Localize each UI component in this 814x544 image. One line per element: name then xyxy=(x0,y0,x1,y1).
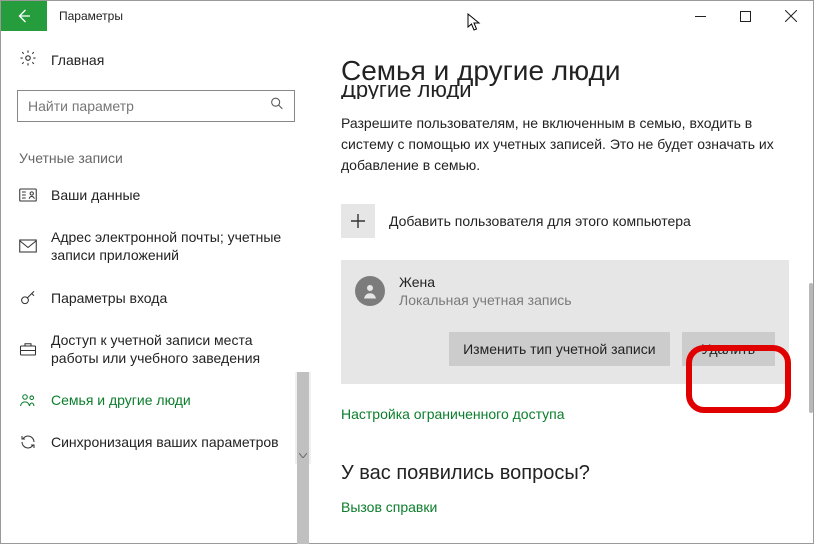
section-description: Разрешите пользователям, не включенным в… xyxy=(341,113,781,176)
user-info: Жена Локальная учетная запись xyxy=(399,274,572,308)
sidebar-item-sync[interactable]: Синхронизация ваших параметров xyxy=(1,421,311,463)
help-heading: У вас появились вопросы? xyxy=(341,462,789,485)
sidebar-item-label: Синхронизация ваших параметров xyxy=(51,433,279,451)
sidebar-item-label: Семья и другие люди xyxy=(51,391,191,409)
sync-icon xyxy=(19,433,37,451)
scroll-down-icon[interactable] xyxy=(295,448,311,464)
add-user-row[interactable]: Добавить пользователя для этого компьюте… xyxy=(341,204,789,238)
user-type: Локальная учетная запись xyxy=(399,292,572,308)
plus-icon xyxy=(350,213,366,229)
content-pane: Семья и другие люди Другие люди Разрешит… xyxy=(311,31,813,543)
add-user-label: Добавить пользователя для этого компьюте… xyxy=(389,213,691,229)
user-account-block[interactable]: Жена Локальная учетная запись Изменить т… xyxy=(341,260,789,384)
sidebar-item-your-info[interactable]: Ваши данные xyxy=(1,174,311,216)
content-scroll-thumb[interactable] xyxy=(809,283,813,413)
page-title: Семья и другие люди xyxy=(341,55,789,87)
sidebar-item-label: Ваши данные xyxy=(51,186,140,204)
id-card-icon xyxy=(19,186,37,204)
maximize-button[interactable] xyxy=(723,1,768,31)
sidebar: Главная Учетные записи Ваши данные xyxy=(1,31,311,543)
minimize-button[interactable] xyxy=(678,1,723,31)
assigned-access-link[interactable]: Настройка ограниченного доступа xyxy=(341,406,565,422)
sidebar-item-label: Доступ к учетной записи места работы или… xyxy=(51,331,297,367)
close-button[interactable] xyxy=(768,1,813,31)
settings-window: Параметры Главная xyxy=(0,0,814,544)
people-icon xyxy=(19,391,37,409)
change-account-type-button[interactable]: Изменить тип учетной записи xyxy=(449,332,669,366)
sidebar-item-label: Адрес электронной почты; учетные записи … xyxy=(51,228,297,264)
sidebar-item-work-access[interactable]: Доступ к учетной записи места работы или… xyxy=(1,319,311,379)
plus-tile xyxy=(341,204,375,238)
section-heading-cropped: Другие люди xyxy=(341,85,789,99)
delete-account-button[interactable]: Удалить xyxy=(682,332,775,366)
user-name: Жена xyxy=(399,274,572,290)
search-input[interactable] xyxy=(17,90,295,122)
get-help-link[interactable]: Вызов справки xyxy=(341,499,437,515)
user-actions-row: Изменить тип учетной записи Удалить xyxy=(355,332,775,366)
home-nav[interactable]: Главная xyxy=(1,43,311,76)
sidebar-item-signin-options[interactable]: Параметры входа xyxy=(1,277,311,319)
envelope-icon xyxy=(19,237,37,255)
briefcase-icon xyxy=(19,340,37,358)
avatar xyxy=(355,276,385,306)
user-account-header: Жена Локальная учетная запись xyxy=(355,274,775,308)
search-icon xyxy=(269,96,285,117)
key-icon xyxy=(19,289,37,307)
sidebar-scrollbar[interactable] xyxy=(295,372,311,464)
title-bar: Параметры xyxy=(1,1,813,31)
search-wrap xyxy=(17,90,295,122)
sidebar-section-heading: Учетные записи xyxy=(1,122,311,174)
sidebar-item-email-accounts[interactable]: Адрес электронной почты; учетные записи … xyxy=(1,216,311,276)
home-label: Главная xyxy=(51,52,104,68)
back-button[interactable] xyxy=(1,1,47,31)
sidebar-nav-list: Ваши данные Адрес электронной почты; уче… xyxy=(1,174,311,464)
gear-icon xyxy=(19,49,37,70)
sidebar-item-label: Параметры входа xyxy=(51,289,167,307)
window-title: Параметры xyxy=(47,1,678,31)
content-scrollbar[interactable] xyxy=(809,31,813,543)
sidebar-item-family[interactable]: Семья и другие люди xyxy=(1,379,311,421)
person-icon xyxy=(361,282,379,300)
arrow-left-icon xyxy=(15,7,33,25)
